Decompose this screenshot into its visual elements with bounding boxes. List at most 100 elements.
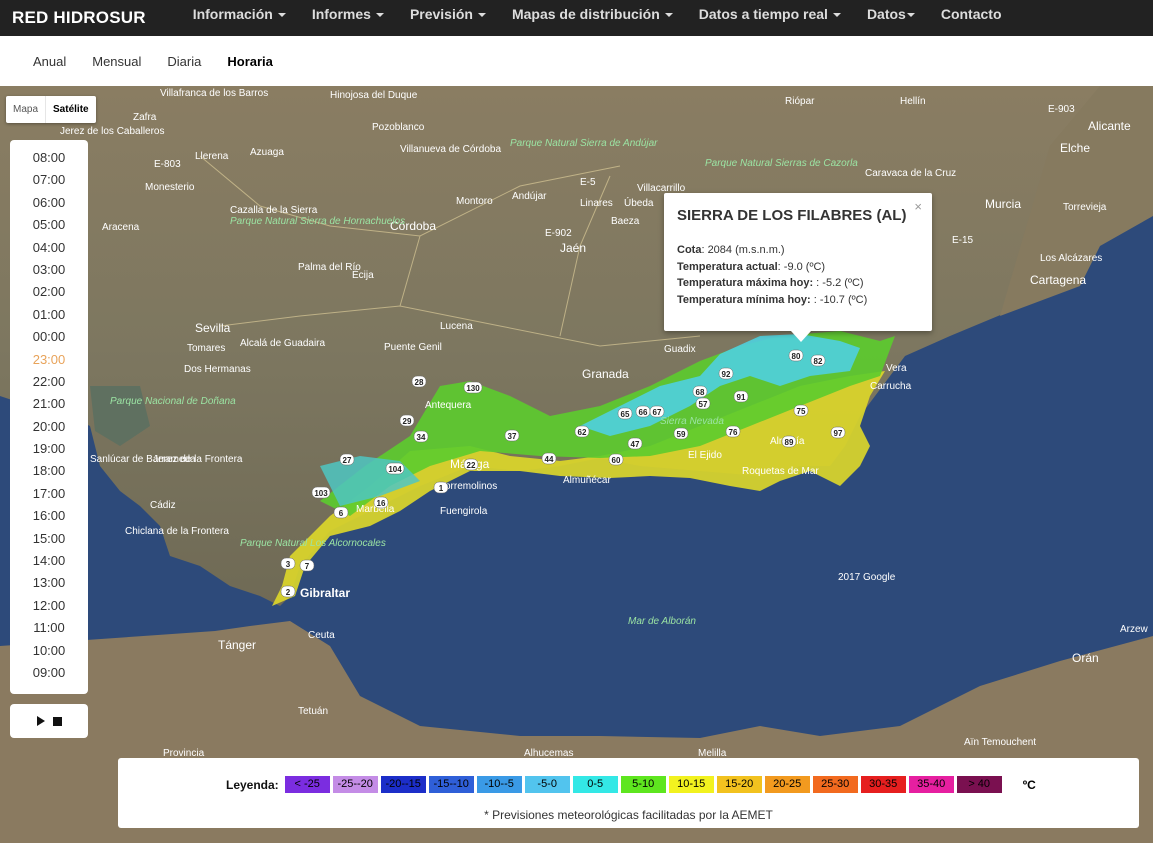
map-label-caravaca: Caravaca de la Cruz — [865, 168, 956, 179]
brand-logo[interactable]: RED HIDROSUR — [0, 8, 180, 28]
map-type-satellite-button[interactable]: Satélite — [45, 96, 96, 123]
station-marker[interactable]: 47 — [627, 437, 643, 450]
max-value: : -5.2 (ºC) — [813, 277, 864, 289]
hour-item[interactable]: 12:00 — [10, 595, 88, 617]
station-marker[interactable]: 76 — [725, 425, 741, 438]
infowindow-cota: Cota: 2084 (m.s.n.m.) — [677, 242, 919, 259]
chevron-down-icon — [664, 13, 673, 18]
hour-item[interactable]: 03:00 — [10, 259, 88, 281]
station-marker[interactable]: 6 — [333, 506, 349, 519]
station-marker[interactable]: 37 — [504, 429, 520, 442]
hour-item[interactable]: 10:00 — [10, 640, 88, 662]
hour-item[interactable]: 21:00 — [10, 393, 88, 415]
station-marker[interactable]: 2 — [280, 585, 296, 598]
hour-item[interactable]: 18:00 — [10, 460, 88, 482]
tab-mensual[interactable]: Mensual — [79, 54, 154, 69]
hour-item[interactable]: 05:00 — [10, 214, 88, 236]
station-marker[interactable]: 92 — [718, 367, 734, 380]
tab-anual[interactable]: Anual — [20, 54, 79, 69]
map-label-road-e903: E-903 — [1048, 104, 1075, 115]
map-label-jerez-caballeros: Jerez de los Caballeros — [60, 126, 165, 137]
station-marker[interactable]: 104 — [385, 462, 405, 475]
menu-contacto[interactable]: Contacto — [928, 0, 1015, 36]
station-marker[interactable]: 7 — [299, 559, 315, 572]
cota-value: : 2084 (m.s.n.m.) — [701, 244, 785, 256]
station-marker[interactable]: 89 — [781, 435, 797, 448]
station-marker[interactable]: 66 — [635, 405, 651, 418]
tab-diaria[interactable]: Diaria — [154, 54, 214, 69]
station-marker[interactable]: 97 — [830, 426, 846, 439]
station-marker[interactable]: 62 — [574, 425, 590, 438]
map-type-map-button[interactable]: Mapa — [6, 96, 45, 123]
menu-informacion[interactable]: Información — [180, 0, 299, 36]
station-marker[interactable]: 57 — [695, 397, 711, 410]
station-marker[interactable]: 22 — [463, 458, 479, 471]
station-marker[interactable]: 27 — [339, 453, 355, 466]
station-marker[interactable]: 29 — [399, 414, 415, 427]
map-canvas[interactable]: Villafranca de los Barros Hinojosa del D… — [0, 86, 1153, 843]
hour-selector: 08:00 07:00 06:00 05:00 04:00 03:00 02:00 01:00… — [10, 140, 88, 694]
infowindow-actual: Temperatura actual: -9.0 (ºC) — [677, 259, 919, 276]
hour-item[interactable]: 08:00 — [10, 147, 88, 169]
hour-item[interactable]: 17:00 — [10, 483, 88, 505]
menu-mapas-distribucion[interactable]: Mapas de distribución — [499, 0, 686, 36]
map-label-gibraltar: Gibraltar — [300, 586, 350, 600]
station-marker[interactable]: 82 — [810, 354, 826, 367]
period-tabs: Anual Mensual Diaria Horaria — [0, 36, 1153, 86]
play-icon[interactable] — [36, 716, 45, 726]
hour-item[interactable]: 22:00 — [10, 371, 88, 393]
hour-item[interactable]: 06:00 — [10, 192, 88, 214]
station-marker[interactable]: 91 — [733, 390, 749, 403]
hour-item[interactable]: 11:00 — [10, 617, 88, 639]
menu-datos-tiempo-real[interactable]: Datos a tiempo real — [686, 0, 854, 36]
tab-horaria[interactable]: Horaria — [214, 54, 286, 69]
close-icon[interactable]: × — [914, 199, 922, 214]
station-marker[interactable]: 16 — [373, 496, 389, 509]
hour-item[interactable]: 23:00 — [10, 349, 88, 371]
hour-item[interactable]: 16:00 — [10, 505, 88, 527]
hour-item[interactable]: 07:00 — [10, 169, 88, 191]
map-label-ceuta: Ceuta — [308, 630, 335, 641]
map-label-riopar: Riópar — [785, 96, 815, 107]
station-marker[interactable]: 75 — [793, 404, 809, 417]
chevron-down-icon — [906, 13, 915, 18]
menu-informes[interactable]: Informes — [299, 0, 397, 36]
hour-item[interactable]: 00:00 — [10, 326, 88, 348]
legend-swatch: 35-40 — [908, 776, 954, 793]
station-marker[interactable]: 59 — [673, 427, 689, 440]
map-label-andujar: Andújar — [512, 191, 547, 202]
station-marker[interactable]: 130 — [463, 381, 483, 394]
menu-datos[interactable]: Datos — [854, 0, 928, 36]
actual-label: Temperatura actual — [677, 260, 778, 273]
stop-icon[interactable] — [52, 716, 62, 726]
station-marker[interactable]: 28 — [411, 375, 427, 388]
station-marker[interactable]: 65 — [617, 407, 633, 420]
hour-item[interactable]: 15:00 — [10, 528, 88, 550]
station-marker[interactable]: 3 — [280, 557, 296, 570]
menu-prevision[interactable]: Previsión — [397, 0, 499, 36]
map-label-park-donana: Parque Nacional de Doñana — [110, 396, 236, 407]
hour-item[interactable]: 01:00 — [10, 304, 88, 326]
station-marker[interactable]: 44 — [541, 452, 557, 465]
map-label-los-alcazares: Los Alcázares — [1040, 253, 1102, 264]
map-label-azuaga: Azuaga — [250, 147, 284, 158]
station-marker[interactable]: 1 — [433, 481, 449, 494]
station-marker[interactable]: 34 — [413, 430, 429, 443]
hour-item[interactable]: 14:00 — [10, 550, 88, 572]
hour-item[interactable]: 20:00 — [10, 416, 88, 438]
hour-item[interactable]: 04:00 — [10, 237, 88, 259]
hour-item[interactable]: 09:00 — [10, 662, 88, 684]
station-marker[interactable]: 68 — [692, 385, 708, 398]
station-marker-label: 130 — [466, 384, 480, 393]
station-marker[interactable]: 80 — [788, 349, 804, 362]
hour-item[interactable]: 19:00 — [10, 438, 88, 460]
station-marker[interactable]: 67 — [649, 405, 665, 418]
satellite-map[interactable]: Villafranca de los Barros Hinojosa del D… — [0, 86, 1153, 843]
hour-item[interactable]: 02:00 — [10, 281, 88, 303]
map-label-road-e803: E-803 — [154, 159, 181, 170]
max-label: Temperatura máxima hoy: — [677, 277, 814, 289]
station-marker[interactable]: 103 — [311, 486, 331, 499]
hour-item[interactable]: 13:00 — [10, 572, 88, 594]
map-label-cartagena: Cartagena — [1030, 273, 1086, 287]
station-marker[interactable]: 60 — [608, 453, 624, 466]
